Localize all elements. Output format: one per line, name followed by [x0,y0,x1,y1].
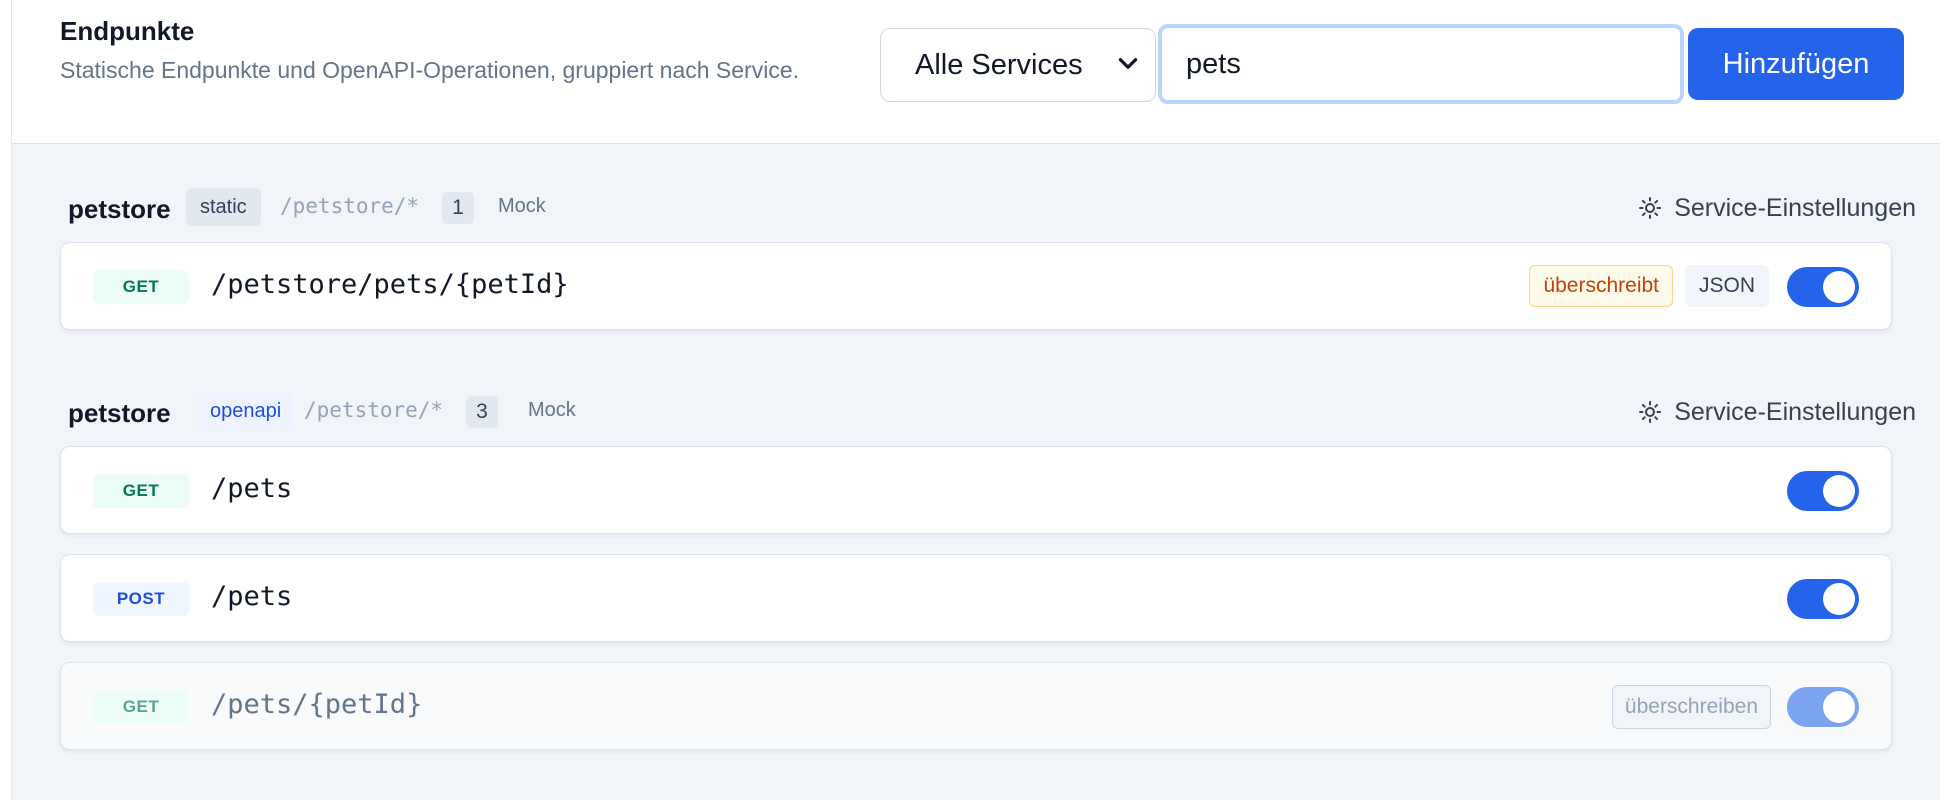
service-prefix: /petstore/* [280,194,420,218]
service-name: petstore [68,194,171,224]
service-group-header: petstore openapi /petstore/* 3 Mock Serv… [12,388,1940,436]
search-input[interactable] [1158,24,1684,104]
page-subtitle: Statische Endpunkte und OpenAPI-Operatio… [60,57,800,83]
override-badge: überschreibt [1529,265,1673,307]
service-settings-button[interactable]: Service-Einstellungen [1638,394,1916,430]
endpoint-path: /pets [211,473,293,504]
add-button[interactable]: Hinzufügen [1688,28,1904,100]
endpoint-row[interactable]: GET /petstore/pets/{petId} überschreibt … [60,242,1892,330]
endpoint-count-badge: 3 [466,396,498,428]
endpoint-path: /pets [211,581,293,612]
endpoint-row[interactable]: GET /pets/{petId} überschreiben [60,662,1892,750]
page-title: Endpunkte [60,16,195,46]
toggle-knob [1823,271,1855,303]
service-settings-label: Service-Einstellungen [1674,193,1916,222]
service-settings-button[interactable]: Service-Einstellungen [1638,190,1916,226]
endpoint-list: petstore static /petstore/* 1 Mock Servi… [12,144,1940,800]
service-settings-label: Service-Einstellungen [1674,397,1916,426]
endpoint-count-badge: 1 [442,192,474,224]
endpoint-toggle[interactable] [1787,687,1859,727]
service-group-header: petstore static /petstore/* 1 Mock Servi… [12,184,1940,232]
gear-icon [1639,197,1662,219]
endpoint-path: /petstore/pets/{petId} [211,269,569,300]
left-border [0,0,12,800]
page-header: Endpunkte Statische Endpunkte und OpenAP… [12,0,1940,144]
method-badge: GET [93,474,189,508]
endpoint-row[interactable]: GET /pets [60,446,1892,534]
method-badge: POST [93,582,189,616]
service-filter-value: Alle Services [915,48,1083,81]
toggle-knob [1823,475,1855,507]
endpoint-path: /pets/{petId} [211,689,423,720]
app: Endpunkte Statische Endpunkte und OpenAP… [0,0,1940,800]
service-type-badge: static [186,188,261,226]
override-button[interactable]: überschreiben [1611,685,1771,729]
service-prefix: /petstore/* [304,398,444,422]
method-badge: GET [93,270,189,304]
service-filter-select[interactable]: Alle Services [880,28,1156,102]
service-mode: Mock [498,195,546,217]
endpoint-toggle[interactable] [1787,471,1859,511]
toggle-knob [1823,691,1855,723]
service-mode: Mock [528,399,576,421]
service-name: petstore [68,398,171,428]
toggle-knob [1823,583,1855,615]
method-badge: GET [93,690,189,724]
endpoint-toggle[interactable] [1787,267,1859,307]
gear-icon [1639,401,1662,423]
format-badge: JSON [1684,265,1769,307]
chevron-down-icon [1118,58,1138,69]
endpoint-row[interactable]: POST /pets [60,554,1892,642]
endpoint-toggle[interactable] [1787,579,1859,619]
service-type-badge: openapi [198,392,294,430]
